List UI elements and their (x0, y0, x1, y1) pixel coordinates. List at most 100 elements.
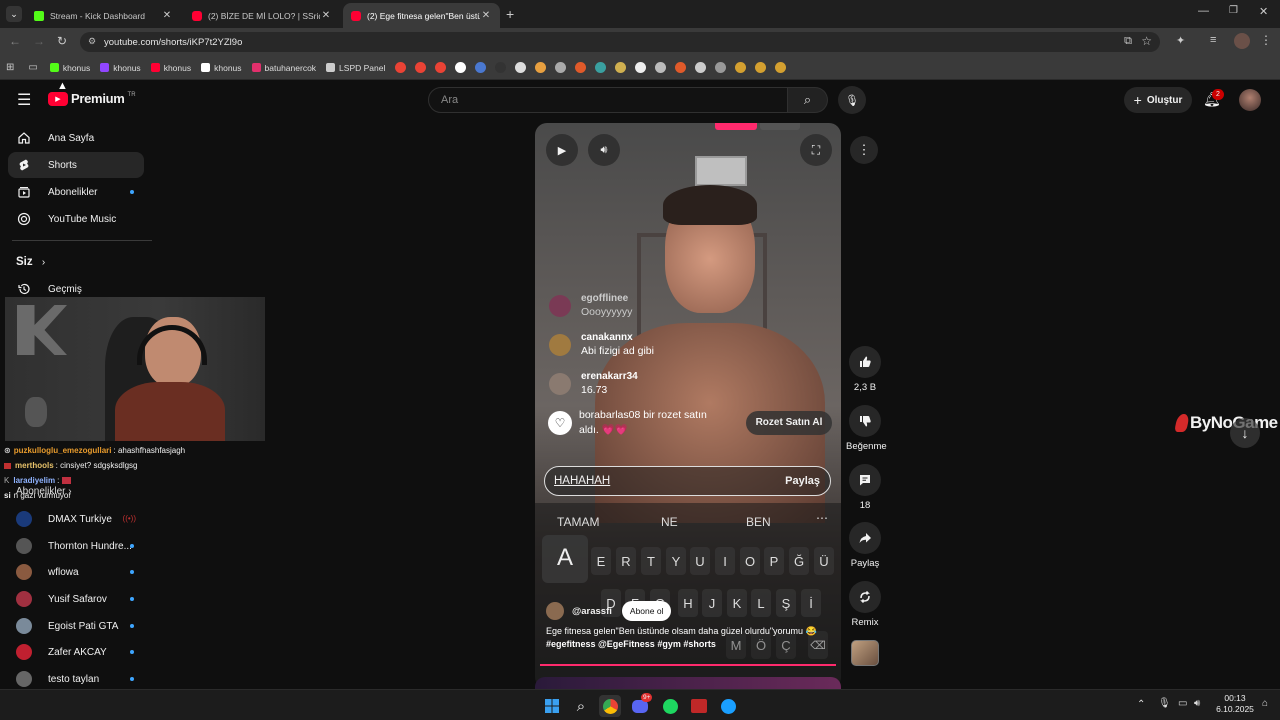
account-avatar[interactable] (1239, 89, 1261, 111)
channel-handle[interactable]: @arassfi (572, 606, 612, 617)
channel-item[interactable]: wflowa (8, 559, 144, 585)
key[interactable]: T (641, 547, 661, 575)
bookmark-icon[interactable] (715, 62, 727, 73)
bookmark-icon[interactable] (535, 62, 547, 73)
key[interactable]: L (751, 589, 771, 617)
chrome-icon[interactable] (599, 695, 621, 717)
subscribe-button[interactable]: Abone ol (621, 601, 672, 621)
suggestion-item[interactable]: TAMAM (557, 515, 599, 529)
fullscreen-button[interactable]: ⛶ (800, 134, 832, 166)
close-icon[interactable]: ✕ (480, 10, 492, 21)
spotify-icon[interactable] (659, 695, 681, 717)
sound-thumbnail[interactable] (851, 640, 879, 666)
bookmark-item[interactable]: batuhanercok (251, 63, 316, 73)
sidebar-item-shorts[interactable]: Shorts (8, 152, 144, 178)
tab-search-icon[interactable]: ⌄ (6, 6, 22, 22)
dislike-button[interactable]: Beğenme (846, 405, 887, 452)
gmail-icon[interactable] (415, 62, 427, 73)
minimize-button[interactable]: — (1198, 5, 1209, 17)
notification-center-icon[interactable]: ⌂ (1262, 698, 1268, 709)
gmail-icon[interactable] (395, 62, 407, 73)
bookmark-icon[interactable] (675, 62, 687, 73)
bookmark-star-icon[interactable]: ☆ (1141, 34, 1152, 48)
key[interactable]: H (678, 589, 698, 617)
comments-button[interactable]: 18 (846, 464, 884, 511)
share-comment-button[interactable]: Paylaş (785, 475, 820, 487)
address-bar[interactable]: ⚙ youtube.com/shorts/iKP7t2YZl9o ⧉ ☆ (80, 32, 1160, 52)
back-button[interactable]: ← (9, 34, 21, 48)
key[interactable]: Ğ (789, 547, 809, 575)
short-video-player[interactable]: ▶ 🔊︎ ⛶ egofflinee Oooyyyyyy canakannx Abi … (535, 123, 841, 689)
channel-item[interactable]: Zafer AKCAY (8, 639, 144, 665)
restore-button[interactable]: ❐ (1229, 5, 1238, 16)
channel-item[interactable]: Egoist Pati GTA (8, 613, 144, 639)
suggestion-item[interactable]: BEN (746, 515, 771, 529)
network-icon[interactable]: ▭ (1178, 698, 1187, 709)
comment-input[interactable]: HAHAHAH Paylaş (544, 466, 831, 496)
key[interactable]: Y (666, 547, 686, 575)
hamburger-menu-icon[interactable]: ☰ (17, 90, 31, 110)
bookmark-icon[interactable] (615, 62, 627, 73)
bookmark-icon[interactable] (555, 62, 567, 73)
steam-icon[interactable] (717, 695, 739, 717)
key[interactable]: K (727, 589, 747, 617)
bookmark-icon[interactable] (575, 62, 587, 73)
voice-search-button[interactable]: 🎙 (838, 86, 866, 114)
channel-avatar[interactable] (546, 602, 564, 620)
more-icon[interactable]: ⋯ (816, 511, 828, 525)
buy-badge-button[interactable]: Rozet Satın Al (746, 411, 832, 435)
key[interactable]: Ş (776, 589, 796, 617)
bookmark-item[interactable]: LSPD Panel (326, 63, 385, 73)
sidebar-item-subscriptions[interactable]: Abonelikler (8, 179, 144, 205)
chevron-up-icon[interactable]: ⌃ (1137, 699, 1145, 710)
app-icon[interactable] (688, 695, 710, 717)
search-input[interactable]: Ara (428, 87, 788, 113)
bookmark-icon[interactable] (735, 62, 747, 73)
bookmark-item[interactable]: khonus (150, 63, 191, 73)
close-icon[interactable]: ✕ (320, 10, 332, 21)
channel-item[interactable]: Thornton Hundre... (8, 533, 144, 559)
forward-button[interactable]: → (33, 34, 45, 48)
bookmark-icon[interactable] (495, 62, 507, 73)
heart-icon[interactable]: ♡ (548, 411, 572, 435)
tab-youtube-active[interactable]: (2) Ege fitnesa gelen"Ben üstünd ✕ (343, 3, 500, 28)
key[interactable]: Ü (814, 547, 834, 575)
bookmark-icon[interactable] (595, 62, 607, 73)
bookmark-icon[interactable] (515, 62, 527, 73)
key[interactable]: O (740, 547, 760, 575)
bookmark-item[interactable]: khonus (49, 63, 90, 73)
sidebar-item-youtube-music[interactable]: YouTube Music (8, 206, 144, 232)
bookmark-item[interactable]: khonus (201, 63, 242, 73)
close-window-button[interactable]: ✕ (1259, 5, 1268, 18)
bookmark-icon[interactable] (455, 62, 467, 73)
tab-youtube-1[interactable]: (2) BİZE DE Mİ LOLO? | SSriders ✕ (184, 3, 340, 28)
channel-item[interactable]: Yusif Safarov (8, 586, 144, 612)
close-icon[interactable]: ✕ (161, 10, 173, 21)
microphone-icon[interactable]: 🎙 (1158, 698, 1171, 709)
like-button[interactable]: 2,3 B (846, 346, 884, 393)
key[interactable]: U (690, 547, 710, 575)
next-video-button[interactable]: ↓ (1230, 418, 1260, 448)
site-info-icon[interactable]: ⚙ (88, 36, 96, 47)
channel-item[interactable]: DMAX Turkiye ((•)) (8, 506, 144, 532)
bookmark-icon[interactable] (755, 62, 767, 73)
search-icon[interactable]: ⌕ (570, 695, 592, 717)
bookmark-icon[interactable] (655, 62, 667, 73)
extensions-icon[interactable]: ✦ (1176, 34, 1185, 47)
volume-button[interactable]: 🔊︎ (588, 134, 620, 166)
suggestion-item[interactable]: NE (661, 515, 678, 529)
key[interactable]: İ (801, 589, 821, 617)
bookmark-icon[interactable] (695, 62, 707, 73)
bookmark-icon[interactable] (475, 62, 487, 73)
reload-button[interactable]: ↻ (57, 34, 67, 48)
create-button[interactable]: + Oluştur (1124, 87, 1192, 113)
folder-icon[interactable]: ▭ (28, 62, 37, 73)
bookmark-icon[interactable] (635, 62, 647, 73)
sidebar-item-home[interactable]: Ana Sayfa (8, 125, 144, 151)
bookmark-icon[interactable] (775, 62, 787, 73)
next-short-preview[interactable] (535, 677, 841, 689)
tab-kick-dashboard[interactable]: Stream - Kick Dashboard ✕ (26, 3, 181, 28)
profile-avatar[interactable] (1234, 33, 1250, 49)
bookmark-item[interactable]: khonus (100, 63, 141, 73)
search-button[interactable]: ⌕ (788, 87, 828, 113)
